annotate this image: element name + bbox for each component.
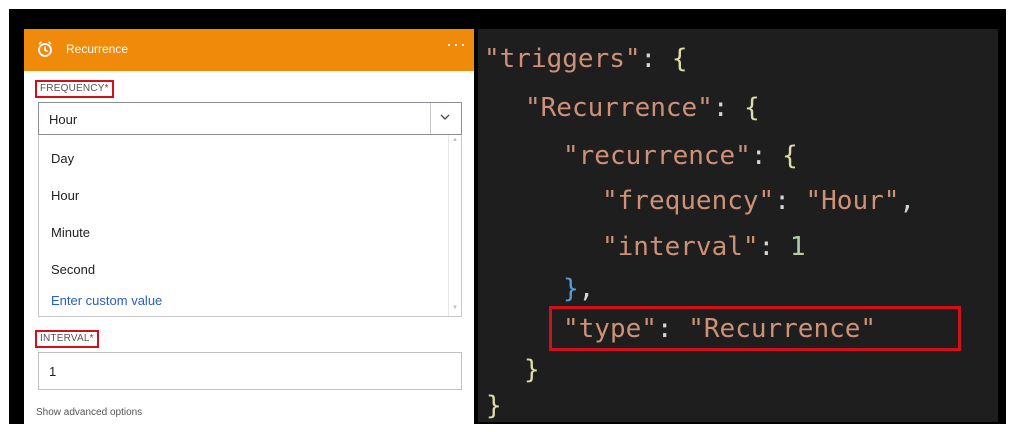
frequency-label: FREQUENCY* [35, 80, 114, 98]
code-punct: : [640, 44, 672, 74]
scroll-down-icon[interactable]: ▼ [452, 305, 458, 311]
code-brace: { [782, 141, 798, 171]
frequency-label-text: FREQUENCY [40, 83, 105, 94]
interval-label-text: INTERVAL [40, 333, 90, 344]
code-key: "triggers" [484, 44, 641, 74]
option-hour[interactable]: Hour [51, 188, 79, 203]
recurrence-card: Recurrence ··· FREQUENCY* Hour Day Hour … [24, 29, 474, 424]
option-day[interactable]: Day [51, 151, 74, 166]
code-key: "frequency" [602, 186, 775, 216]
code-line-8: } [524, 354, 540, 386]
option-second[interactable]: Second [51, 262, 95, 277]
dropdown-scrollbar[interactable]: ▲ ▼ [448, 135, 461, 316]
card-header[interactable]: Recurrence ··· [24, 29, 474, 71]
code-brace: { [744, 93, 760, 123]
option-enter-custom-value[interactable]: Enter custom value [51, 293, 162, 308]
code-line-2: "Recurrence": { [525, 92, 760, 124]
scroll-up-icon[interactable]: ▲ [452, 137, 458, 143]
code-brace: } [486, 391, 502, 421]
chevron-down-icon [440, 114, 450, 120]
required-marker: * [104, 83, 109, 94]
interval-input[interactable]: 1 [38, 352, 462, 390]
interval-label: INTERVAL* [35, 330, 99, 348]
code-punct: : [712, 93, 745, 123]
frequency-select[interactable]: Hour [38, 102, 462, 135]
alarm-clock-icon [36, 40, 54, 58]
code-line-3: "recurrence": { [563, 140, 798, 172]
type-highlight-box [549, 306, 961, 351]
code-line-6: }, [563, 273, 594, 305]
frequency-selected-value: Hour [49, 112, 78, 127]
required-marker: * [89, 333, 94, 344]
code-comma: , [578, 274, 595, 304]
code-view [478, 29, 998, 422]
more-options-icon[interactable]: ··· [446, 34, 467, 55]
code-key: "interval" [602, 232, 759, 262]
code-brace: } [563, 274, 579, 304]
code-punct: : [774, 186, 806, 216]
interval-value: 1 [49, 364, 57, 379]
dropdown-toggle[interactable] [430, 103, 461, 134]
code-key: "recurrence" [563, 141, 751, 171]
show-advanced-options-link[interactable]: Show advanced options [36, 407, 142, 418]
code-string-value: "Hour" [805, 186, 900, 216]
code-line-1: "triggers": { [484, 43, 688, 75]
code-number-value: 1 [789, 232, 806, 262]
frequency-options-list: Day Hour Minute Second Enter custom valu… [38, 135, 462, 317]
card-title: Recurrence [66, 42, 129, 56]
code-punct: : [758, 232, 790, 262]
code-line-9: } [486, 390, 502, 422]
code-brace: { [671, 44, 688, 74]
code-brace: } [524, 355, 540, 385]
code-comma: , [899, 186, 916, 216]
code-line-4: "frequency": "Hour", [602, 185, 915, 217]
code-punct: : [750, 141, 783, 171]
option-minute[interactable]: Minute [51, 225, 90, 240]
code-key: "Recurrence" [525, 93, 713, 123]
code-line-5: "interval": 1 [602, 231, 806, 263]
